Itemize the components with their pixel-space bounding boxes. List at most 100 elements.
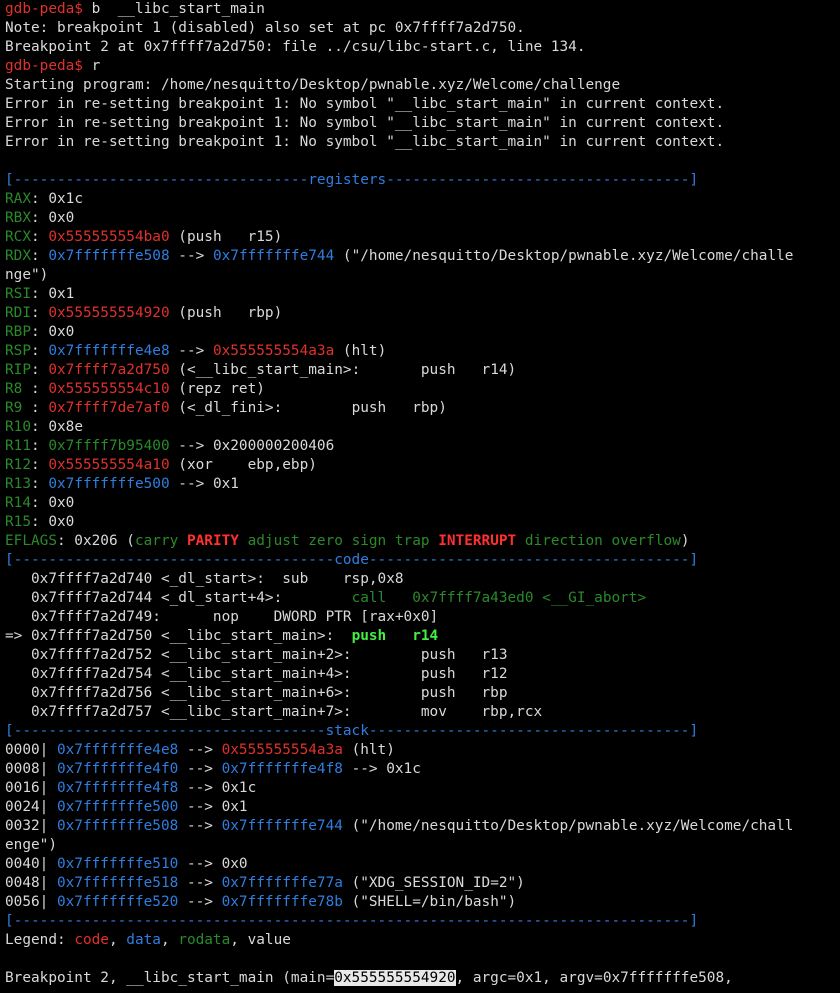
- terminal-text-segment: 0x7fffffffe508: [48, 248, 170, 264]
- terminal-line: gdb-peda$ r: [5, 57, 840, 76]
- terminal-text-segment: 0x555555554a3a: [212, 343, 335, 359]
- terminal-line: RCX: 0x555555554ba0 (push r15): [5, 228, 840, 247]
- terminal-line: Breakpoint 2, __libc_start_main (main=0x…: [5, 969, 840, 988]
- terminal-text-segment: 0x555555554920: [334, 970, 456, 986]
- terminal-line: Error in re-setting breakpoint 1: No sym…: [5, 114, 840, 133]
- terminal-text-segment: 0x7fffffffe520: [56, 894, 179, 910]
- terminal-line: Note: breakpoint 1 (disabled) also set a…: [5, 19, 840, 38]
- terminal-text-segment: RDI: [5, 305, 31, 321]
- terminal-line: RDI: 0x555555554920 (push rbp): [5, 304, 840, 323]
- terminal-text-segment: -->: [178, 894, 222, 910]
- terminal-text-segment: RSP: [5, 343, 31, 359]
- terminal-text-segment: INTERRUPT: [438, 533, 517, 549]
- terminal-text-segment: PARITY: [186, 533, 239, 549]
- terminal-text-segment: 0040|: [5, 856, 57, 872]
- terminal-text-segment: 0x7ffff7de7af0: [48, 400, 170, 416]
- terminal-line: Error in re-setting breakpoint 1: No sym…: [5, 95, 840, 114]
- terminal-text-segment: --> 0x1: [169, 476, 239, 492]
- terminal-text-segment: [-------------------------------------co…: [5, 552, 699, 568]
- terminal-text-segment: 0000|: [5, 742, 57, 758]
- terminal-text-segment: nge"): [5, 267, 49, 283]
- terminal-text-segment: => 0x7ffff7a2d750 <__libc_start_main>:: [5, 628, 352, 644]
- terminal-text-segment: :: [31, 248, 49, 264]
- terminal-text-segment: Error in re-setting breakpoint 1: No sym…: [5, 96, 725, 112]
- terminal-text-segment: r: [91, 58, 101, 74]
- terminal-text-segment: (repz ret): [169, 381, 265, 397]
- terminal-text-segment: RDX: [5, 248, 31, 264]
- terminal-text-segment: 0x7fffffffe744: [212, 248, 335, 264]
- terminal-text-segment: Note: breakpoint 1 (disabled) also set a…: [5, 20, 525, 36]
- terminal-text-segment: --> 0x0: [178, 856, 248, 872]
- terminal-text-segment: R15: [5, 514, 31, 530]
- terminal-text-segment: 0x7ffff7a2d750: [48, 362, 170, 378]
- terminal-line: enge"): [5, 836, 840, 855]
- terminal-line: 0008| 0x7fffffffe4f0 --> 0x7fffffffe4f8 …: [5, 760, 840, 779]
- terminal-line: 0x7ffff7a2d749: nop DWORD PTR [rax+0x0]: [5, 608, 840, 627]
- terminal-line: 0x7ffff7a2d756 <__libc_start_main+6>: pu…: [5, 684, 840, 703]
- terminal-text-segment: 0x7fffffffe510: [56, 856, 179, 872]
- terminal-line: R13: 0x7fffffffe500 --> 0x1: [5, 475, 840, 494]
- terminal-text-segment: Error in re-setting breakpoint 1: No sym…: [5, 115, 725, 131]
- terminal-text-segment: -->: [178, 818, 222, 834]
- terminal-text-segment: enge"): [5, 837, 57, 853]
- terminal-text-segment: ("/home/nesquitto/Desktop/pwnable.xyz/We…: [342, 818, 794, 834]
- terminal-text-segment: :: [31, 343, 49, 359]
- terminal-text-segment: Starting program: /home/nesquitto/Deskto…: [5, 77, 621, 93]
- terminal-text-segment: --> 0x1: [178, 799, 248, 815]
- terminal-text-segment: code: [74, 932, 109, 948]
- terminal-text-segment: (hlt): [334, 343, 387, 359]
- terminal-line: 0056| 0x7fffffffe520 --> 0x7fffffffe78b …: [5, 893, 840, 912]
- terminal-text-segment: ("SHELL=/bin/bash"): [342, 894, 517, 910]
- terminal-text-segment: 0x7fffffffe78b: [221, 894, 343, 910]
- terminal-text-segment: 0016|: [5, 780, 57, 796]
- terminal-text-segment: 0x555555554c10: [48, 381, 170, 397]
- terminal-text-segment: 0x555555554a10: [48, 457, 170, 473]
- terminal-text-segment: 0x7fffffffe77a: [221, 875, 343, 891]
- terminal-text-segment: carry: [134, 533, 187, 549]
- terminal-line: EFLAGS: 0x206 (carry PARITY adjust zero …: [5, 532, 840, 551]
- terminal-line: R10: 0x8e: [5, 418, 840, 437]
- terminal-text-segment: --> 0x200000200406: [169, 438, 335, 454]
- terminal-line: 0024| 0x7fffffffe500 --> 0x1: [5, 798, 840, 817]
- terminal-text-segment: rodata: [178, 932, 231, 948]
- terminal-text-segment: 0x7fffffffe4f0: [56, 761, 179, 777]
- terminal-line: [---------------------------------------…: [5, 912, 840, 931]
- terminal-text-segment: : 0x0: [31, 324, 75, 340]
- terminal-text-segment: b __libc_start_main: [91, 1, 265, 17]
- terminal-text-segment: (xor ebp,ebp): [169, 457, 317, 473]
- terminal-text-segment: push r14: [351, 628, 439, 644]
- terminal-text-segment: [----------------------------------regis…: [5, 172, 699, 188]
- terminal-line: RSP: 0x7fffffffe4e8 --> 0x555555554a3a (…: [5, 342, 840, 361]
- terminal-line: Error in re-setting breakpoint 1: No sym…: [5, 133, 840, 152]
- terminal-text-segment: :: [31, 229, 49, 245]
- terminal-line: => 0x7ffff7a2d750 <__libc_start_main>: p…: [5, 627, 840, 646]
- terminal-text-segment: 0x7ffff7a2d744 <_dl_start+4>:: [5, 590, 352, 606]
- terminal-text-segment: R11: [5, 438, 31, 454]
- terminal-line: R15: 0x0: [5, 513, 840, 532]
- terminal-text-segment: direction overflow: [516, 533, 681, 549]
- terminal-line: 0040| 0x7fffffffe510 --> 0x0: [5, 855, 840, 874]
- terminal-text-segment: 0x7ffff7a2d752 <__libc_start_main+2>: pu…: [5, 647, 508, 663]
- terminal-text-segment: -->: [178, 761, 222, 777]
- terminal-line: gdb-peda$ b __libc_start_main: [5, 0, 840, 19]
- terminal-text-segment: 0x7ffff7b95400: [48, 438, 170, 454]
- terminal-text-segment: 0x7fffffffe744: [221, 818, 343, 834]
- terminal-line: 0x7ffff7a2d740 <_dl_start>: sub rsp,0x8: [5, 570, 840, 589]
- terminal-text-segment: (hlt): [342, 742, 395, 758]
- terminal-line: RDX: 0x7fffffffe508 --> 0x7fffffffe744 (…: [5, 247, 840, 266]
- terminal-text-segment: -->: [178, 742, 222, 758]
- terminal-text-segment: ,: [160, 932, 179, 948]
- terminal-line: R8 : 0x555555554c10 (repz ret): [5, 380, 840, 399]
- terminal-text-segment: 0x555555554920: [48, 305, 170, 321]
- terminal-text-segment: : 0x0: [31, 495, 75, 511]
- terminal-text-segment: 0x555555554a3a: [221, 742, 343, 758]
- terminal-line: nge"): [5, 266, 840, 285]
- terminal-text-segment: (push rbp): [169, 305, 283, 321]
- terminal-line: RBX: 0x0: [5, 209, 840, 228]
- terminal-text-segment: 0x7ffff7a2d757 <__libc_start_main+7>: mo…: [5, 704, 543, 720]
- terminal-text-segment: Breakpoint 2, __libc_start_main (main=: [5, 970, 335, 986]
- terminal-output[interactable]: gdb-peda$ b __libc_start_main Note: break…: [0, 0, 840, 993]
- terminal-line: 0x7ffff7a2d757 <__libc_start_main+7>: mo…: [5, 703, 840, 722]
- terminal-text-segment: -->: [178, 875, 222, 891]
